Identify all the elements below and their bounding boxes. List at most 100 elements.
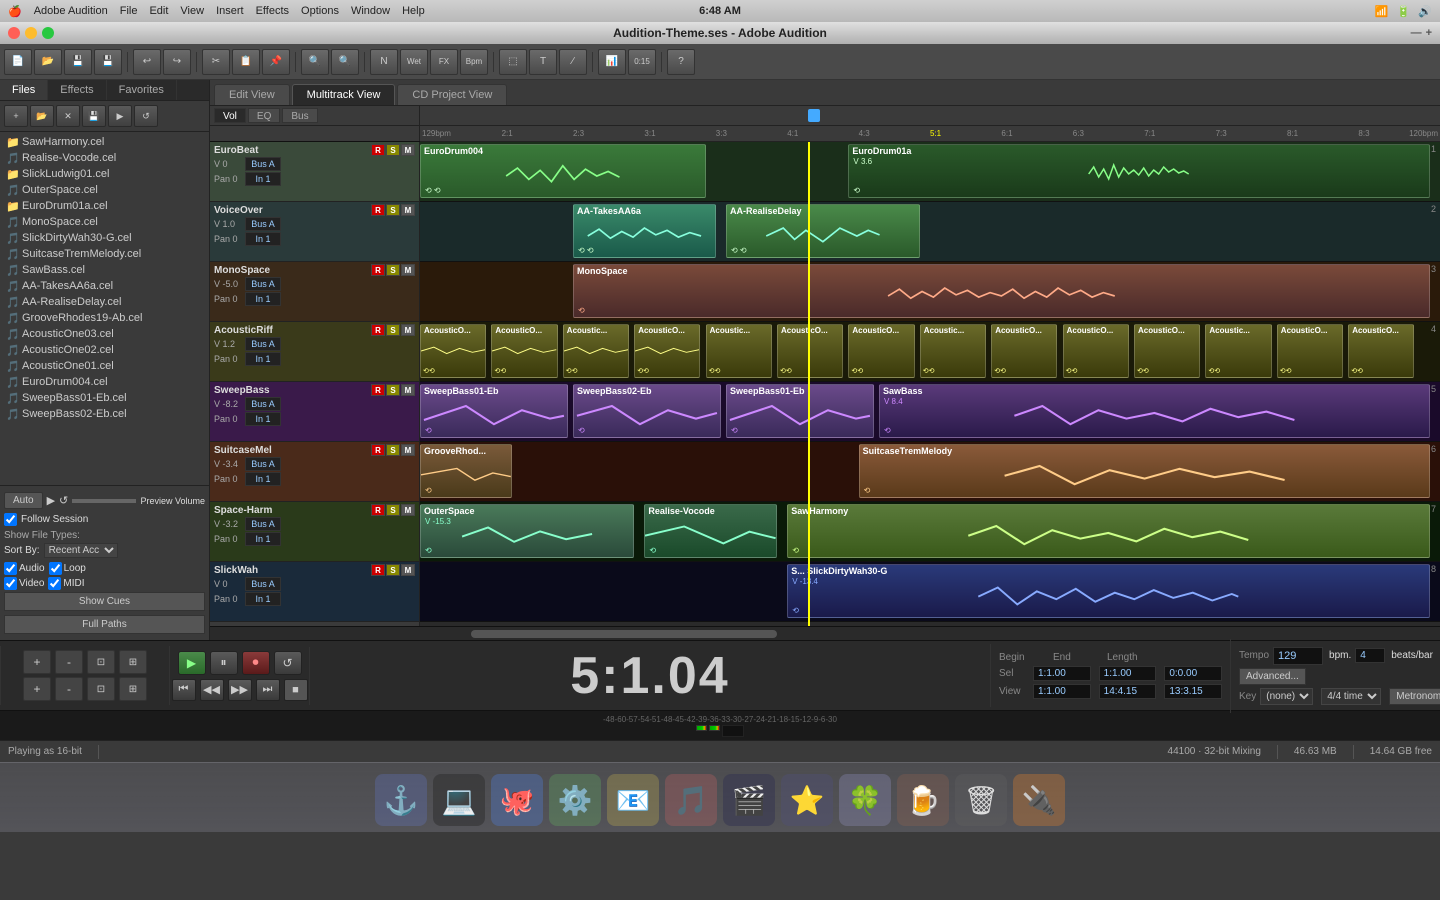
clip-eurodrum004[interactable]: EuroDrum004 ⟲ ⟲ bbox=[420, 144, 706, 198]
clip-acoustic-5[interactable]: Acoustic... ⟲⟲ bbox=[706, 324, 772, 378]
save-btn[interactable]: 💾 bbox=[64, 49, 92, 75]
clip-sweep1[interactable]: SweepBass01-Eb ⟲ bbox=[420, 384, 568, 438]
rewind-btn[interactable]: ◀◀ bbox=[200, 679, 224, 701]
refresh-btn[interactable]: ↺ bbox=[134, 105, 158, 127]
view-begin-val[interactable]: 1:1.00 bbox=[1033, 684, 1091, 699]
file-item-outer[interactable]: 🎵 OuterSpace.cel bbox=[2, 182, 207, 198]
skip-start-btn[interactable]: ⏮ bbox=[172, 679, 196, 701]
save-cel-btn[interactable]: 💾 bbox=[82, 105, 106, 127]
bus-val-8[interactable]: Bus A bbox=[245, 577, 281, 591]
zoom-in-h-btn[interactable]: + bbox=[23, 650, 51, 674]
select-btn[interactable]: ⬚ bbox=[499, 49, 527, 75]
bus-val-7[interactable]: Bus A bbox=[245, 517, 281, 531]
track-m-acoustic[interactable]: M bbox=[401, 324, 415, 336]
bus-val-2[interactable]: Bus A bbox=[245, 217, 281, 231]
key-select[interactable]: (none) CDE bbox=[1260, 688, 1313, 705]
apple-menu[interactable]: 🍎 bbox=[8, 5, 22, 18]
menu-view[interactable]: View bbox=[180, 5, 204, 18]
play-preview-btn[interactable]: ▶ bbox=[47, 494, 55, 507]
track-s-mono[interactable]: S bbox=[386, 264, 400, 276]
zoom-out-h-btn[interactable]: - bbox=[55, 650, 83, 674]
time2-btn[interactable]: 0:15 bbox=[628, 49, 656, 75]
track-s-slick[interactable]: S bbox=[386, 564, 400, 576]
bus-val-1[interactable]: Bus A bbox=[245, 157, 281, 171]
zoom-full-v-btn[interactable]: ⊞ bbox=[119, 677, 147, 701]
beats-per-bar-input[interactable] bbox=[1355, 648, 1385, 663]
clip-groove[interactable]: GrooveRhod... ⟲ bbox=[420, 444, 512, 498]
in-val-3[interactable]: In 1 bbox=[245, 292, 281, 306]
zoom-out-btn[interactable]: 🔍 bbox=[331, 49, 359, 75]
ffwd-btn[interactable]: ▶▶ bbox=[228, 679, 252, 701]
clip-acoustic-14[interactable]: AcousticO... ⟲⟲ bbox=[1348, 324, 1414, 378]
clip-acoustic-6[interactable]: AcousticO... ⟲⟲ bbox=[777, 324, 843, 378]
file-item-slick[interactable]: 📁 SlickLudwig01.cel bbox=[2, 166, 207, 182]
tab-favorites[interactable]: Favorites bbox=[107, 80, 177, 100]
dock-finder[interactable]: 🐙 bbox=[491, 774, 543, 826]
follow-session-checkbox[interactable] bbox=[4, 513, 17, 526]
minimize-button[interactable] bbox=[25, 27, 37, 39]
menu-window[interactable]: Window bbox=[351, 5, 390, 18]
redo-btn[interactable]: ↪ bbox=[163, 49, 191, 75]
in-val-2[interactable]: In 1 bbox=[245, 232, 281, 246]
file-item-eurodrum[interactable]: 🎵 EuroDrum004.cel bbox=[2, 374, 207, 390]
clip-outerspace[interactable]: OuterSpace V -15.3 ⟲ bbox=[420, 504, 634, 558]
loop-checkbox[interactable] bbox=[49, 562, 62, 575]
track-m-eurobeat[interactable]: M bbox=[401, 144, 415, 156]
track-m-slick[interactable]: M bbox=[401, 564, 415, 576]
menu-audition[interactable]: Adobe Audition bbox=[34, 5, 108, 18]
clip-sweep2[interactable]: SweepBass02-Eb ⟲ bbox=[573, 384, 721, 438]
clip-realise-vocode[interactable]: Realise-Vocode ⟲ bbox=[644, 504, 777, 558]
fx-btn[interactable]: FX bbox=[430, 49, 458, 75]
track-r-sweep[interactable]: R bbox=[371, 384, 385, 396]
track-m-space[interactable]: M bbox=[401, 504, 415, 516]
hscroll-thumb[interactable] bbox=[471, 630, 777, 638]
in-val-1[interactable]: In 1 bbox=[245, 172, 281, 186]
dock-dvd[interactable]: 🍺 bbox=[897, 774, 949, 826]
clip-acoustic-2[interactable]: AcousticO... ⟲⟲ bbox=[491, 324, 557, 378]
clip-acoustic-7[interactable]: AcousticO... ⟲⟲ bbox=[848, 324, 914, 378]
window-collapse-icon[interactable]: — bbox=[1411, 27, 1422, 39]
play-button[interactable]: ▶ bbox=[178, 651, 206, 675]
dock-itunes[interactable]: 🎵 bbox=[665, 774, 717, 826]
clip-acoustic-13[interactable]: AcousticO... ⟲⟲ bbox=[1277, 324, 1343, 378]
file-item-slickdirty[interactable]: 🎵 SlickDirtyWah30-G.cel bbox=[2, 230, 207, 246]
track-s-sweep[interactable]: S bbox=[386, 384, 400, 396]
file-item-aarealize[interactable]: 🎵 AA-RealiseDelay.cel bbox=[2, 294, 207, 310]
dock-spotlight[interactable]: 🍀 bbox=[839, 774, 891, 826]
track-s-suit[interactable]: S bbox=[386, 444, 400, 456]
dock-dashboard[interactable]: ⭐ bbox=[781, 774, 833, 826]
clip-acoustic-11[interactable]: AcousticO... ⟲⟲ bbox=[1134, 324, 1200, 378]
track-m-suit[interactable]: M bbox=[401, 444, 415, 456]
menu-edit[interactable]: Edit bbox=[149, 5, 168, 18]
dock-terminal[interactable]: 💻 bbox=[433, 774, 485, 826]
track-m-sweep[interactable]: M bbox=[401, 384, 415, 396]
clip-sawharmony[interactable]: SawHarmony ⟲ bbox=[787, 504, 1430, 558]
zoom-fit-h-btn[interactable]: ⊡ bbox=[87, 650, 115, 674]
track-s-eurobeat[interactable]: S bbox=[386, 144, 400, 156]
view-end-val[interactable]: 14:4.15 bbox=[1099, 684, 1157, 699]
paste-btn[interactable]: 📌 bbox=[262, 49, 290, 75]
meter-btn[interactable]: 📊 bbox=[598, 49, 626, 75]
in-val-5[interactable]: In 1 bbox=[245, 412, 281, 426]
time-sig-select[interactable]: 4/4 time 3/4 time bbox=[1321, 688, 1381, 705]
loop-button[interactable]: ↺ bbox=[274, 651, 302, 675]
tab-cd-project-view[interactable]: CD Project View bbox=[397, 84, 507, 105]
close-button[interactable] bbox=[8, 27, 20, 39]
file-item-acoustic03[interactable]: 🎵 AcousticOne03.cel bbox=[2, 326, 207, 342]
wet-btn[interactable]: Wet bbox=[400, 49, 428, 75]
menu-options[interactable]: Options bbox=[301, 5, 339, 18]
normalize-btn[interactable]: N bbox=[370, 49, 398, 75]
skip-end-btn[interactable]: ⏭ bbox=[256, 679, 280, 701]
track-r-mono[interactable]: R bbox=[371, 264, 385, 276]
clip-acoustic-12[interactable]: Acoustic... ⟲⟲ bbox=[1205, 324, 1271, 378]
clip-sawbass[interactable]: SawBass V 8.4 ⟲ bbox=[879, 384, 1430, 438]
sel-begin-val[interactable]: 1:1.00 bbox=[1033, 666, 1091, 681]
clip-acoustic-1[interactable]: AcousticO... ⟲⟲ bbox=[420, 324, 486, 378]
file-item-sweep2[interactable]: 🎵 SweepBass02-Eb.cel bbox=[2, 406, 207, 422]
open-file-btn[interactable]: 📂 bbox=[34, 49, 62, 75]
tab-files[interactable]: Files bbox=[0, 80, 48, 100]
tht-vol[interactable]: Vol bbox=[214, 108, 246, 123]
cut-btn[interactable]: ✂ bbox=[202, 49, 230, 75]
maximize-button[interactable] bbox=[42, 27, 54, 39]
audio-checkbox[interactable] bbox=[4, 562, 17, 575]
